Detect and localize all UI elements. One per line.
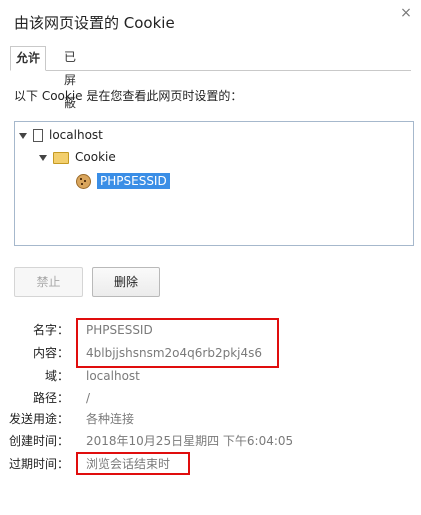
created-label: 创建时间： — [8, 434, 69, 448]
tab-allowed[interactable]: 允许 — [10, 46, 46, 71]
tree-node-host[interactable]: localhost — [19, 126, 103, 144]
expires-label: 过期时间： — [8, 457, 69, 471]
detail-row-expires: 过期时间： 浏览会话结束时 — [0, 455, 421, 473]
expand-triangle-icon[interactable] — [39, 154, 47, 161]
highlight-box-name-content — [76, 318, 279, 368]
content-label: 内容： — [32, 346, 69, 360]
tab-blocked[interactable]: 已屏蔽 — [56, 46, 84, 110]
detail-row-domain: 域： localhost — [0, 367, 421, 385]
remove-button[interactable]: 删除 — [92, 267, 160, 297]
created-value: 2018年10月25日星期四 下午6:04:05 — [86, 434, 294, 448]
detail-row-send: 发送用途： 各种连接 — [0, 410, 421, 428]
send-value: 各种连接 — [86, 412, 135, 426]
intro-text: 以下 Cookie 是在您查看此网页时设置的： — [14, 89, 243, 103]
tree-node-cookie[interactable]: PHPSESSID — [76, 172, 170, 190]
tab-divider — [10, 70, 411, 71]
cookie-tree[interactable]: localhost Cookie PHPSESSID — [14, 121, 414, 246]
block-button[interactable]: 禁止 — [14, 267, 83, 297]
send-label: 发送用途： — [8, 412, 69, 426]
domain-value: localhost — [86, 369, 140, 383]
close-icon[interactable]: × — [399, 6, 413, 20]
cookie-dialog: 由该网页设置的 Cookie × 允许 已屏蔽 以下 Cookie 是在您查看此… — [0, 0, 421, 515]
detail-row-path: 路径： / — [0, 389, 421, 407]
tree-cookie-label: PHPSESSID — [97, 173, 170, 189]
tree-node-folder[interactable]: Cookie — [39, 148, 116, 166]
name-label: 名字： — [32, 323, 69, 337]
folder-icon — [53, 151, 69, 164]
dialog-title: 由该网页设置的 Cookie — [14, 14, 175, 32]
tree-host-label: localhost — [49, 128, 103, 142]
tree-folder-label: Cookie — [75, 150, 116, 164]
path-label: 路径： — [32, 391, 69, 405]
domain-label: 域： — [44, 369, 69, 383]
expand-triangle-icon[interactable] — [19, 132, 27, 139]
cookie-icon — [76, 174, 91, 189]
detail-row-created: 创建时间： 2018年10月25日星期四 下午6:04:05 — [0, 432, 421, 450]
page-icon — [33, 129, 43, 142]
highlight-box-expires — [76, 452, 190, 475]
path-value: / — [86, 391, 91, 405]
